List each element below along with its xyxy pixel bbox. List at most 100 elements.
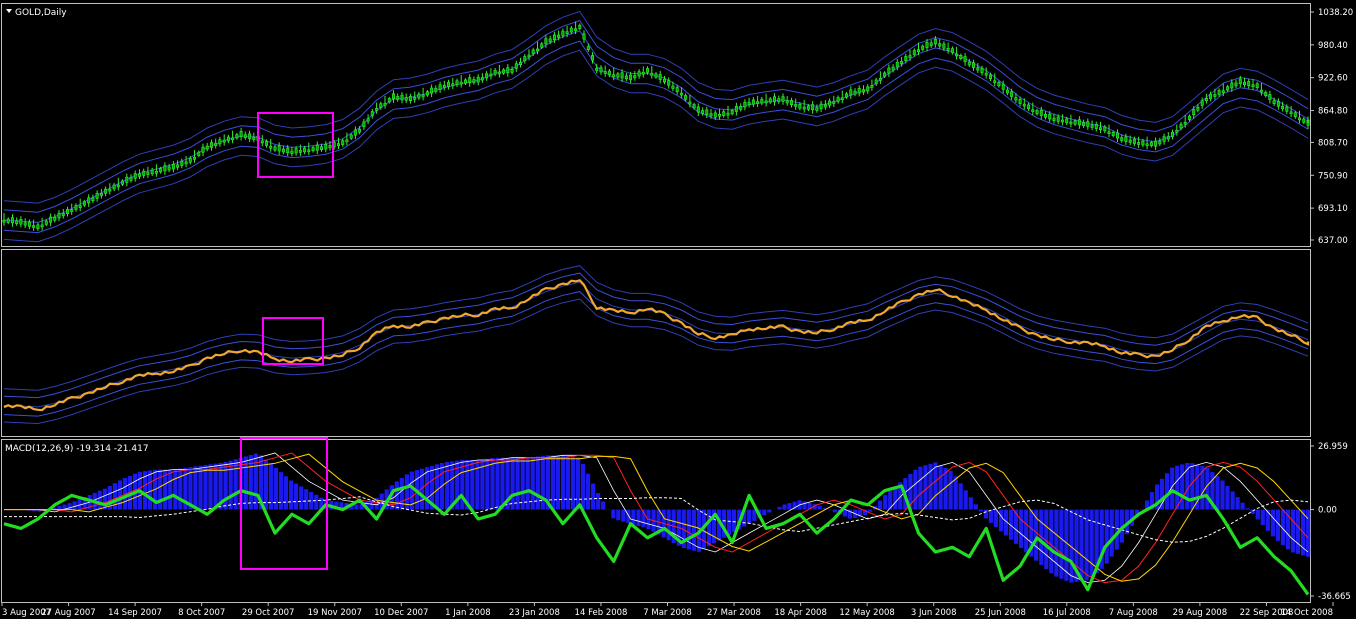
price-candle-body bbox=[44, 220, 48, 225]
price-candle-body bbox=[1238, 78, 1242, 85]
price-candle-body bbox=[23, 222, 27, 226]
macd-hist-bar bbox=[117, 480, 122, 510]
price-candle-body bbox=[349, 134, 353, 139]
price-candle-body bbox=[239, 131, 243, 137]
price-candle-body bbox=[1060, 119, 1064, 123]
price-candle-body bbox=[925, 42, 929, 48]
price-candle-body bbox=[459, 81, 463, 85]
price-candle-body bbox=[197, 151, 201, 156]
price-candle-body bbox=[1200, 100, 1204, 106]
macd-hist-bar bbox=[294, 483, 299, 510]
price-candle-body bbox=[408, 96, 412, 102]
price-candle-body bbox=[1234, 82, 1238, 87]
price-candle-body bbox=[1090, 124, 1094, 128]
macd-hist-bar bbox=[948, 470, 953, 510]
close-band-line bbox=[3, 272, 1309, 399]
dropdown-arrow-icon[interactable] bbox=[6, 9, 12, 13]
x-tick-label: 10 Dec 2007 bbox=[374, 608, 428, 618]
macd-y-tick-label: 26.959 bbox=[1318, 442, 1348, 452]
macd-hist-bar bbox=[782, 504, 787, 510]
price-candle-body bbox=[1027, 104, 1031, 110]
macd-hist-bar bbox=[304, 489, 309, 510]
macd-hist-bar bbox=[273, 467, 279, 510]
price-candle-body bbox=[362, 121, 366, 128]
price-candle-body bbox=[1230, 82, 1234, 89]
price-candle-body bbox=[667, 80, 671, 86]
macd-hist-bar bbox=[515, 457, 520, 510]
close-panel-frame bbox=[1, 249, 1311, 437]
price-candle-body bbox=[11, 217, 15, 224]
price-candle-body bbox=[1103, 126, 1107, 132]
x-tick-label: 8 Oct 2007 bbox=[178, 608, 225, 618]
macd-hist-bar bbox=[963, 490, 968, 510]
price-candle-body bbox=[739, 106, 743, 110]
price-y-tick-label: 980.40 bbox=[1318, 41, 1348, 51]
price-candle-body bbox=[705, 109, 709, 116]
macd-hist-bar bbox=[762, 509, 767, 516]
macd-hist-bar bbox=[1290, 509, 1296, 553]
price-candle-body bbox=[188, 158, 192, 163]
price-candle-body bbox=[383, 102, 387, 106]
macd-hist-bar bbox=[314, 494, 319, 510]
price-candle-body bbox=[40, 224, 44, 228]
price-candle-body bbox=[887, 67, 891, 74]
price-candle-body bbox=[277, 145, 281, 152]
macd-hist-bar bbox=[1255, 509, 1260, 520]
price-candle-body bbox=[806, 105, 810, 110]
price-candle-body bbox=[1259, 89, 1263, 93]
price-candle-body bbox=[578, 24, 582, 29]
price-candle-body bbox=[1306, 122, 1310, 126]
price-candle-body bbox=[764, 100, 768, 104]
price-candle-body bbox=[1213, 94, 1217, 97]
macd-hist-bar bbox=[893, 486, 898, 510]
price-candle-body bbox=[1039, 110, 1043, 116]
macd-hist-bar bbox=[621, 509, 626, 522]
price-candle-body bbox=[121, 180, 125, 185]
close-line bbox=[3, 279, 1310, 412]
close-price-line bbox=[3, 279, 1310, 412]
price-candle-body bbox=[832, 101, 836, 104]
macd-hist-bar bbox=[550, 455, 555, 510]
price-candle-body bbox=[1069, 121, 1073, 125]
x-tick-label: 16 Jul 2008 bbox=[1043, 608, 1091, 618]
price-candle-body bbox=[138, 173, 142, 177]
price-candle-body bbox=[976, 67, 980, 71]
price-candle-body bbox=[476, 76, 480, 83]
price-candle-body bbox=[1005, 89, 1009, 94]
price-candle-body bbox=[180, 160, 184, 166]
price-candle-body bbox=[1120, 137, 1124, 141]
price-candle-body bbox=[146, 172, 150, 175]
price-candle-body bbox=[150, 169, 154, 175]
price-candle-body bbox=[264, 141, 268, 146]
price-candle-body bbox=[768, 98, 772, 103]
price-candle-body bbox=[358, 128, 362, 133]
price-candle-body bbox=[726, 112, 730, 116]
price-candle-body bbox=[434, 88, 438, 92]
price-title: GOLD,Daily bbox=[15, 8, 67, 18]
price-candle-body bbox=[629, 74, 633, 81]
price-band-line bbox=[3, 49, 1309, 243]
price-candle-body bbox=[104, 188, 108, 194]
price-candle-body bbox=[446, 82, 450, 88]
price-candle-body bbox=[49, 216, 53, 223]
price-candle-body bbox=[396, 96, 400, 100]
price-candle-body bbox=[1171, 132, 1175, 137]
price-candle-body bbox=[1204, 98, 1208, 102]
price-candle-body bbox=[878, 78, 882, 81]
macd-hist-bar bbox=[581, 463, 586, 510]
price-candle-body bbox=[1179, 123, 1183, 129]
price-candle-body bbox=[82, 201, 86, 206]
macd-hist-bar bbox=[883, 495, 888, 510]
macd-hist-bar bbox=[1260, 509, 1265, 526]
price-candle-body bbox=[789, 100, 793, 106]
price-candle-body bbox=[226, 136, 230, 142]
price-candle-body bbox=[1272, 100, 1276, 104]
macd-hist-bar bbox=[1215, 476, 1220, 510]
macd-hist-bar bbox=[591, 483, 596, 510]
price-candle-body bbox=[760, 98, 764, 104]
price-candle-body bbox=[510, 69, 514, 73]
macd-hist-bar bbox=[777, 506, 782, 510]
price-candle-body bbox=[959, 54, 963, 59]
price-candle-body bbox=[853, 90, 857, 95]
macd-hist-bar bbox=[223, 462, 228, 510]
